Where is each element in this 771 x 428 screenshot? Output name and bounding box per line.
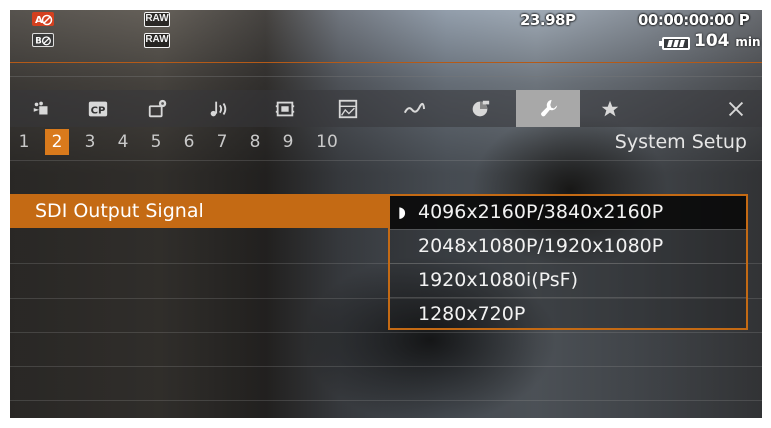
tab-recording-media[interactable]: [253, 90, 317, 127]
custom-picture-icon: CP: [88, 101, 108, 116]
battery-icon: [659, 37, 690, 50]
status-bar: A B RAW RAW 23.98P 00:00:00:00 P 104 min: [10, 10, 762, 70]
menu-divider: [10, 366, 762, 367]
option-1280x720p[interactable]: 1280x720P: [390, 298, 746, 331]
tab-my-menu[interactable]: [578, 90, 642, 127]
page-1[interactable]: 1: [12, 129, 36, 155]
page-4[interactable]: 4: [111, 129, 135, 155]
page-6[interactable]: 6: [177, 129, 201, 155]
tab-camera[interactable]: [10, 90, 74, 127]
camera-viewfinder-screen: A B RAW RAW 23.98P 00:00:00:00 P 104 min…: [10, 10, 762, 418]
menu-tab-bar: CP: [10, 90, 762, 127]
frame-rate: 23.98P: [520, 11, 576, 29]
option-label: 1280x720P: [418, 303, 526, 325]
option-label: 2048x1080P/1920x1080P: [418, 235, 664, 257]
page-8[interactable]: 8: [243, 129, 267, 155]
svg-text:CP: CP: [91, 105, 106, 116]
options-list: ◗ 4096x2160P/3840x2160P 2048x1080P/1920x…: [388, 194, 748, 330]
system-setup-wrench-icon: [541, 99, 558, 116]
assistance-functions-icon: [338, 99, 358, 118]
camera-settings-icon: [148, 99, 167, 117]
option-label: 4096x2160P/3840x2160P: [418, 201, 664, 223]
option-2048x1080p[interactable]: 2048x1080P/1920x1080P: [390, 230, 746, 263]
tab-system-setup[interactable]: [516, 90, 580, 127]
menu-divider: [10, 160, 762, 161]
timecode: 00:00:00:00 P: [638, 11, 750, 29]
record-lock-icon: A: [32, 12, 54, 26]
option-label: 1920x1080i(PsF): [418, 269, 579, 291]
raw-badge-main: RAW: [144, 12, 170, 27]
my-menu-star-icon: [601, 100, 619, 116]
page-selector: 1 2 3 4 5 6 7 8 9 10 System Setup: [10, 127, 762, 157]
raw-badge-sub: RAW: [144, 33, 170, 48]
page-5[interactable]: 5: [144, 129, 168, 155]
b-lock-icon: B: [32, 33, 54, 47]
close-icon: [728, 101, 744, 116]
menu-divider: [10, 332, 762, 333]
page-10[interactable]: 10: [310, 129, 344, 155]
page-3[interactable]: 3: [78, 129, 102, 155]
tab-assistance-functions[interactable]: [316, 90, 380, 127]
tab-custom-picture[interactable]: CP: [66, 90, 130, 127]
status-divider: [10, 62, 762, 63]
camera-icon: [33, 101, 48, 114]
page-9[interactable]: 9: [276, 129, 300, 155]
tab-network[interactable]: [448, 90, 512, 127]
menu-divider: [10, 400, 762, 401]
tab-monitoring[interactable]: [382, 90, 446, 127]
audio-icon: [210, 101, 227, 116]
page-title: System Setup: [614, 131, 747, 153]
svg-text:B: B: [35, 36, 42, 46]
battery-value: 104: [694, 31, 730, 51]
tab-camera-settings[interactable]: [126, 90, 190, 127]
close-menu-button[interactable]: [704, 90, 762, 127]
network-icon: [472, 100, 490, 116]
option-1920x1080i[interactable]: 1920x1080i(PsF): [390, 264, 746, 297]
monitoring-icon: [403, 102, 425, 113]
option-4096x2160p[interactable]: ◗ 4096x2160P/3840x2160P: [390, 196, 746, 229]
selected-marker-icon: ◗: [398, 203, 406, 221]
recording-media-icon: [275, 101, 295, 116]
page-7[interactable]: 7: [210, 129, 234, 155]
setting-label: SDI Output Signal: [35, 200, 204, 222]
battery-unit: min: [735, 35, 761, 49]
tab-audio[interactable]: [186, 90, 250, 127]
battery-remaining: 104 min: [694, 31, 761, 51]
menu-top-line: [10, 76, 762, 77]
page-2[interactable]: 2: [45, 129, 69, 155]
